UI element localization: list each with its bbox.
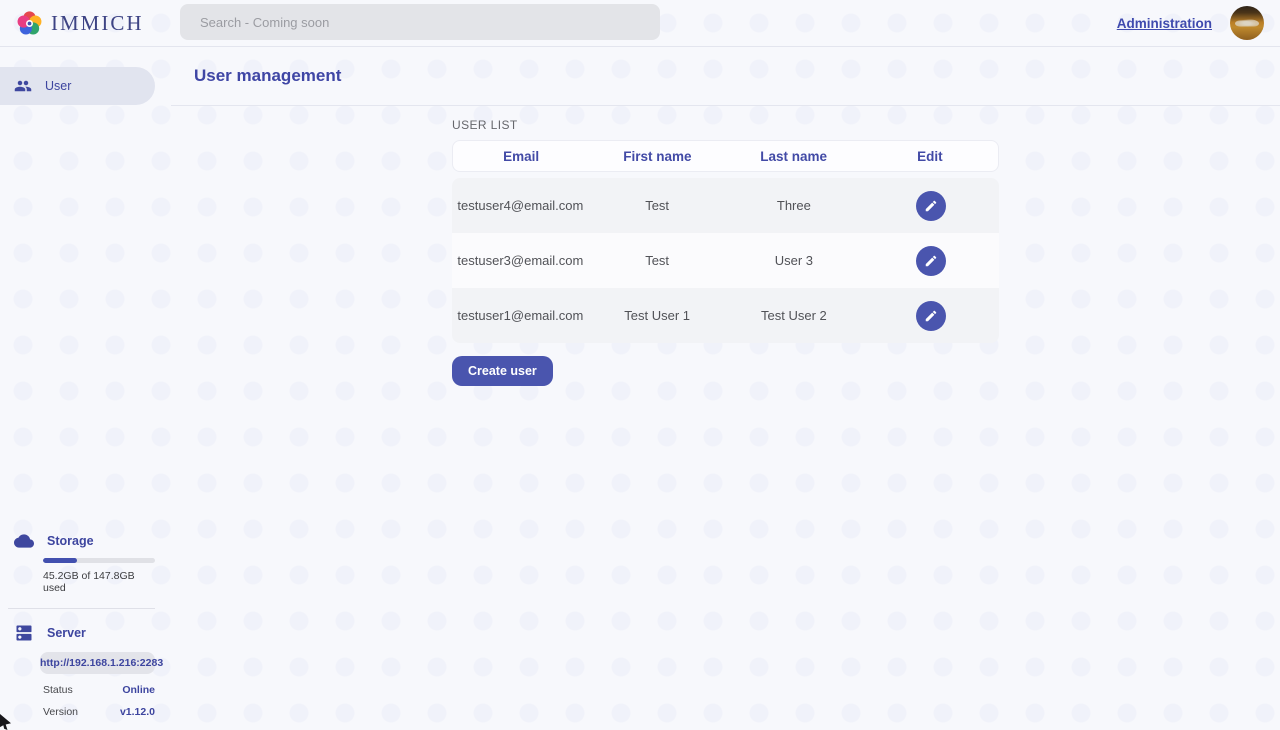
column-edit: Edit [862,149,998,164]
immich-logo: IMMICH [0,10,164,37]
table-row: testuser3@email.com Test User 3 [452,233,999,288]
cell-email: testuser3@email.com [452,253,589,268]
cell-last-name: Three [726,198,863,213]
edit-user-button[interactable] [916,246,946,276]
app-title: IMMICH [51,11,144,36]
sidebar-item-label: User [45,79,71,93]
section-label: USER LIST [452,118,999,132]
version-label: Version [43,706,78,718]
table-row: testuser1@email.com Test User 1 Test Use… [452,288,999,343]
sidebar-item-user[interactable]: User [0,67,155,105]
main-panel: User management USER LIST Email First na… [171,47,1280,730]
immich-flower-icon [16,10,43,37]
storage-widget: Storage 45.2GB of 147.8GB used [14,531,155,594]
cell-last-name: User 3 [726,253,863,268]
table-row: testuser4@email.com Test Three [452,178,999,233]
cell-first-name: Test [589,253,726,268]
cell-email: testuser4@email.com [452,198,589,213]
server-status-row: Status Online [43,684,155,696]
server-version-row: Version v1.12.0 [43,706,155,718]
sidebar-footer: Storage 45.2GB of 147.8GB used Server [0,531,171,730]
cell-first-name: Test User 1 [589,308,726,323]
storage-progress-fill [43,558,77,563]
edit-user-button[interactable] [916,191,946,221]
sidebar-divider [8,608,155,609]
app-header: IMMICH Administration [0,0,1280,47]
server-title: Server [47,626,86,640]
status-label: Status [43,684,73,696]
create-user-button[interactable]: Create user [452,356,553,386]
status-value: Online [122,684,155,696]
version-value: v1.12.0 [120,706,155,718]
edit-user-button[interactable] [916,301,946,331]
page-title: User management [194,66,341,86]
column-last-name: Last name [726,149,862,164]
sidebar: User Storage 45.2GB of 147.8GB used [0,47,171,730]
administration-link[interactable]: Administration [1117,16,1212,31]
pencil-icon [924,309,938,323]
header-right: Administration [1117,6,1280,40]
column-first-name: First name [589,149,725,164]
user-table-rows: testuser4@email.com Test Three testuser3… [452,178,999,343]
server-widget: Server http://192.168.1.216:2283 Status … [14,623,155,718]
storage-progress-bar [43,558,155,563]
search-input[interactable] [180,4,660,40]
server-url-badge: http://192.168.1.216:2283 [40,652,155,674]
storage-title: Storage [47,534,94,548]
cell-first-name: Test [589,198,726,213]
title-bar: User management [171,47,1280,106]
cell-last-name: Test User 2 [726,308,863,323]
column-email: Email [453,149,589,164]
users-icon [14,77,32,95]
pencil-icon [924,199,938,213]
server-icon [14,623,34,643]
user-table-header: Email First name Last name Edit [452,140,999,172]
cloud-icon [14,531,34,551]
cell-email: testuser1@email.com [452,308,589,323]
storage-usage-text: 45.2GB of 147.8GB used [43,570,155,594]
search-bar [180,4,660,40]
pencil-icon [924,254,938,268]
user-list-section: USER LIST Email First name Last name Edi… [452,106,999,386]
user-avatar[interactable] [1230,6,1264,40]
